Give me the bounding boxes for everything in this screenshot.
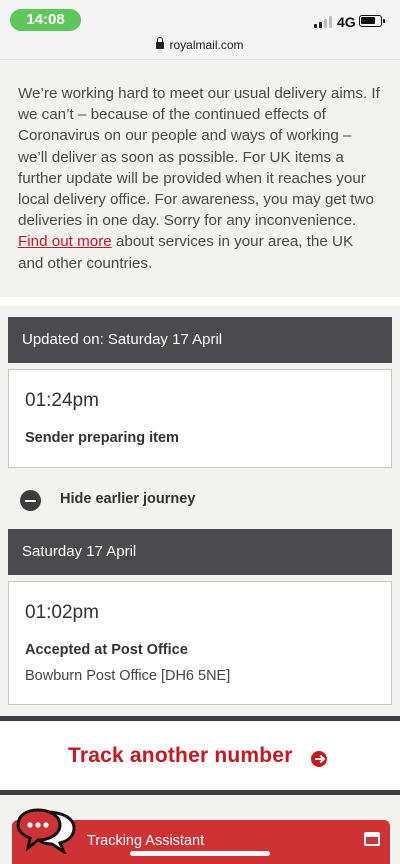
battery-icon bbox=[359, 15, 385, 27]
status-bar: 14:08 4G bbox=[0, 0, 400, 34]
event-time: 01:02pm bbox=[25, 602, 99, 623]
track-another-section: Track another number bbox=[0, 722, 400, 790]
lock-icon bbox=[156, 37, 165, 49]
event-location: Bowburn Post Office [DH6 5NE] bbox=[25, 668, 231, 684]
hide-earlier-journey-toggle[interactable]: Hide earlier journey bbox=[20, 488, 380, 512]
notice-text: We’re working hard to meet our usual del… bbox=[18, 85, 380, 230]
section-divider bbox=[0, 716, 400, 721]
assistant-label: Tracking Assistant bbox=[87, 833, 205, 849]
home-indicator bbox=[130, 851, 270, 856]
address-bar[interactable]: royalmail.com bbox=[0, 34, 400, 60]
window-icon[interactable] bbox=[364, 832, 380, 846]
tracking-event-card: 01:02pm Accepted at Post Office Bowburn … bbox=[8, 581, 392, 705]
earlier-date-header: Saturday 17 April bbox=[8, 529, 392, 575]
service-notice: We’re working hard to meet our usual del… bbox=[0, 61, 400, 297]
updated-date-header: Updated on: Saturday 17 April bbox=[8, 317, 392, 363]
track-another-number-link[interactable]: Track another number bbox=[68, 744, 293, 768]
event-status: Sender preparing item bbox=[25, 430, 179, 446]
chat-bubbles-icon[interactable] bbox=[16, 808, 80, 854]
signal-icon bbox=[314, 16, 332, 28]
tracking-event-card: 01:24pm Sender preparing item bbox=[8, 369, 392, 468]
minus-circle-icon bbox=[20, 490, 41, 511]
divider bbox=[0, 297, 400, 306]
status-time: 14:08 bbox=[10, 9, 81, 31]
network-label: 4G bbox=[337, 14, 356, 30]
find-out-more-link[interactable]: Find out more bbox=[18, 233, 112, 250]
url-text: royalmail.com bbox=[169, 38, 244, 52]
arrow-right-circle-icon[interactable] bbox=[311, 751, 327, 767]
event-time: 01:24pm bbox=[25, 390, 99, 411]
toggle-label: Hide earlier journey bbox=[60, 491, 196, 507]
event-status: Accepted at Post Office bbox=[25, 642, 188, 658]
